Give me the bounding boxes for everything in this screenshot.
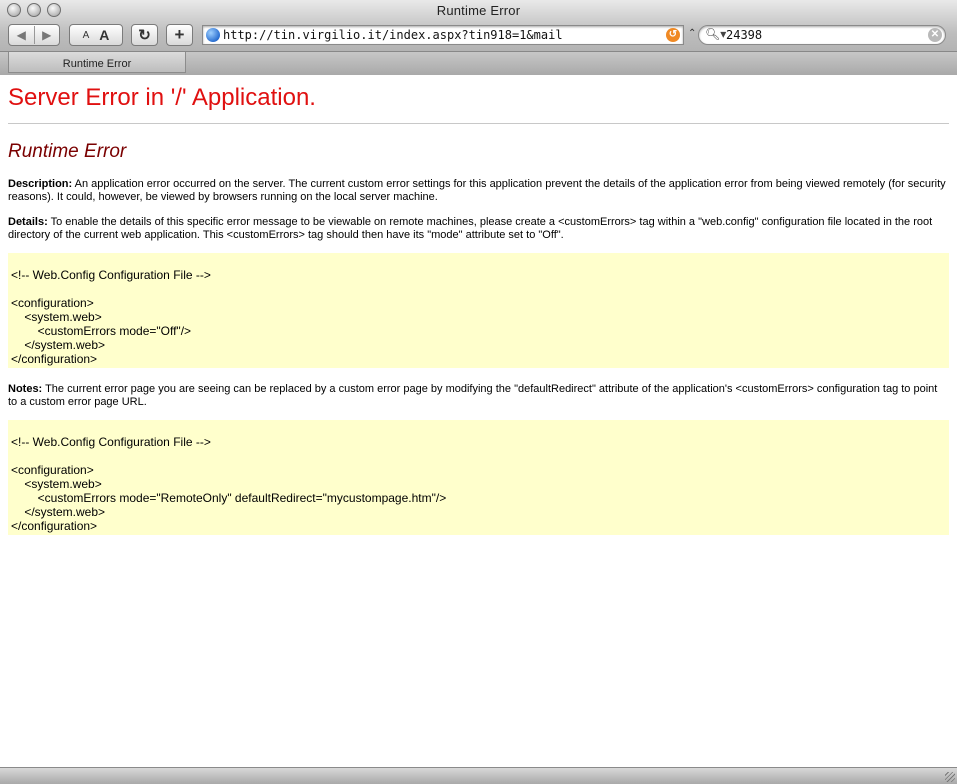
address-bar[interactable]: http://tin.virgilio.it/index.aspx?tin918… bbox=[202, 25, 684, 45]
browser-chrome: Runtime Error ◀ ▶ A A ↻ + http://tin.vir… bbox=[0, 0, 957, 75]
toolbar: ◀ ▶ A A ↻ + http://tin.virgilio.it/index… bbox=[0, 23, 957, 49]
plus-icon: + bbox=[174, 25, 185, 44]
back-button[interactable]: ◀ bbox=[9, 28, 34, 42]
error-subtitle: Runtime Error bbox=[8, 141, 127, 162]
window-title: Runtime Error bbox=[436, 3, 521, 18]
search-input[interactable]: 24398 bbox=[726, 28, 762, 42]
notes-text: The current error page you are seeing ca… bbox=[8, 383, 938, 408]
status-bar bbox=[0, 767, 957, 784]
page-content: Server Error in '/' Application. Runtime… bbox=[8, 74, 949, 535]
notes-paragraph: Notes: The current error page you are se… bbox=[8, 383, 949, 408]
reload-button[interactable]: ↻ bbox=[131, 24, 158, 46]
page-title: Server Error in '/' Application. bbox=[8, 84, 316, 111]
clear-search-icon[interactable]: ✕ bbox=[928, 28, 942, 42]
text-bigger-button[interactable]: A bbox=[99, 27, 109, 43]
notes-label: Notes: bbox=[8, 383, 43, 395]
resize-grip-icon[interactable] bbox=[945, 772, 955, 782]
title-bar: Runtime Error bbox=[0, 0, 957, 22]
details-paragraph: Details: To enable the details of this s… bbox=[8, 216, 949, 241]
forward-button[interactable]: ▶ bbox=[35, 28, 60, 42]
reload-icon: ↻ bbox=[138, 27, 151, 44]
back-forward-group: ◀ ▶ bbox=[8, 24, 60, 46]
description-text: An application error occurred on the ser… bbox=[8, 178, 946, 203]
text-smaller-button[interactable]: A bbox=[83, 30, 90, 41]
tab-bar: Runtime Error bbox=[0, 51, 957, 75]
chevron-up-icon[interactable]: ⌃ bbox=[688, 28, 696, 39]
text-size-group: A A bbox=[69, 24, 123, 46]
details-label: Details: bbox=[8, 216, 48, 228]
snapback-icon[interactable]: ↺ bbox=[666, 28, 680, 42]
search-field[interactable]: 🔍︎▾ 24398 ✕ bbox=[698, 25, 946, 45]
details-text: To enable the details of this specific e… bbox=[8, 216, 933, 241]
heading-divider bbox=[8, 123, 949, 124]
config-code-block-off: <!-- Web.Config Configuration File --> <… bbox=[8, 253, 949, 368]
address-input[interactable]: http://tin.virgilio.it/index.aspx?tin918… bbox=[223, 28, 563, 42]
description-label: Description: bbox=[8, 178, 73, 190]
magnifier-icon[interactable]: 🔍︎▾ bbox=[705, 27, 726, 41]
config-code-block-remoteonly: <!-- Web.Config Configuration File --> <… bbox=[8, 420, 949, 535]
description-paragraph: Description: An application error occurr… bbox=[8, 178, 949, 203]
globe-icon bbox=[206, 28, 220, 42]
tab-runtime-error[interactable]: Runtime Error bbox=[8, 52, 186, 73]
add-bookmark-button[interactable]: + bbox=[166, 24, 193, 46]
